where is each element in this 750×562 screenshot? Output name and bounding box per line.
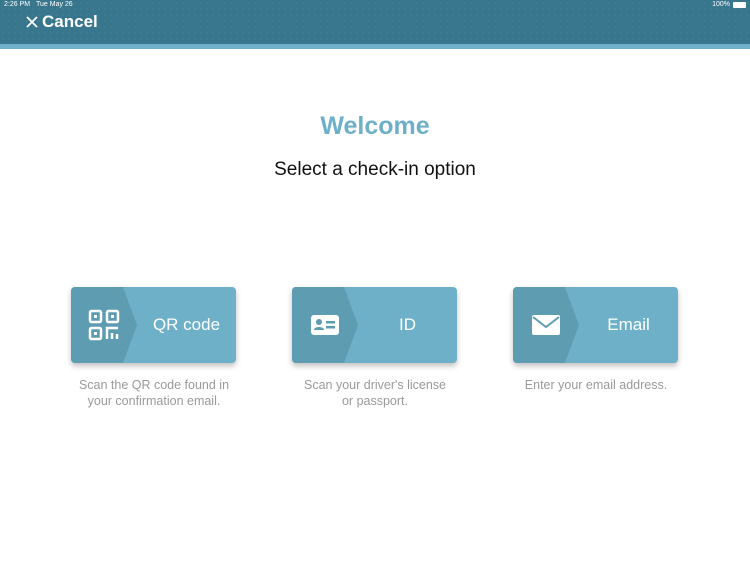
id-description: Scan your driver's license or passport. <box>275 377 475 409</box>
id-label: ID <box>399 315 416 334</box>
envelope-icon <box>529 308 563 342</box>
description-line: Enter your email address. <box>524 378 668 392</box>
qr-code-description: Scan the QR code found in your confirmat… <box>54 377 254 409</box>
close-icon <box>26 16 38 28</box>
top-bar: 2:26 PM Tue May 26 100% Cancel <box>0 0 750 44</box>
status-time: 2:26 PM <box>4 1 31 8</box>
status-battery: 100% <box>712 1 730 8</box>
description-line: Scan the QR code found in <box>78 378 230 392</box>
status-date: Tue May 26 <box>36 1 73 8</box>
description-line: Scan your driver's license <box>303 378 447 392</box>
id-option-button[interactable]: ID <box>292 287 457 363</box>
cancel-label: Cancel <box>42 12 98 31</box>
page-subtitle: Select a check-in option <box>274 159 476 180</box>
email-description: Enter your email address. <box>496 377 696 393</box>
qr-code-option-button[interactable]: QR code <box>71 287 236 363</box>
email-option-button[interactable]: Email <box>513 287 678 363</box>
id-card-icon <box>308 308 342 342</box>
page-title: Welcome <box>320 112 430 140</box>
qr-code-icon <box>87 308 121 342</box>
cancel-button[interactable]: Cancel <box>26 12 98 32</box>
battery-icon <box>733 2 746 8</box>
header-stripe <box>0 44 750 49</box>
description-line: your confirmation email. <box>87 394 221 408</box>
description-line: or passport. <box>341 394 408 408</box>
email-label: Email <box>607 315 650 334</box>
qr-code-label: QR code <box>152 315 221 334</box>
